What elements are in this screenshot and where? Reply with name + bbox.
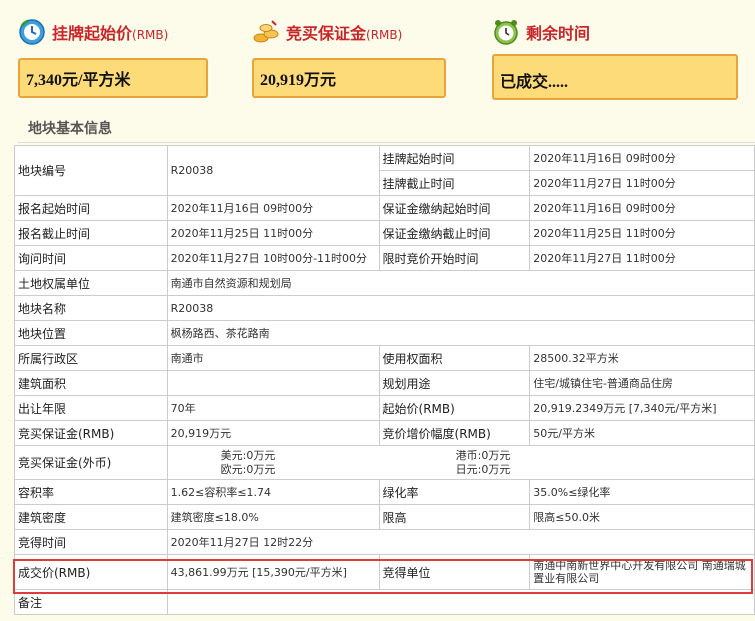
row-value: 20,919.2349万元 [7,340元/平方米]: [529, 395, 755, 421]
remaining-time-value: 已成交.....: [492, 54, 738, 100]
section-title: 地块基本信息: [28, 121, 112, 137]
usd-value: 美元:0万元: [220, 448, 276, 462]
section-divider: [18, 142, 755, 143]
row-label: 起始价(RMB): [378, 395, 531, 421]
start-price-value: 7,340元/平方米: [18, 58, 208, 98]
row-label: 使用权面积: [378, 345, 531, 371]
row-value: 35.0%≤绿化率: [529, 479, 755, 505]
row-value: 2020年11月27日 10时00分-11时00分: [166, 245, 380, 271]
row-label: 所属行政区: [14, 345, 168, 371]
table-row: 报名截止时间 2020年11月25日 11时00分 保证金缴纳截止时间 2020…: [14, 220, 755, 246]
row-value: 住宅/城镇住宅-普通商品住房: [529, 370, 755, 396]
row-value: 28500.32平方米: [529, 345, 755, 371]
row-value: 2020年11月16日 09时00分: [529, 195, 755, 221]
remaining-time-title: 剩余时间: [526, 24, 591, 43]
row-value: 2020年11月16日 09时00分: [529, 145, 755, 171]
row-value: 南通市: [166, 345, 380, 371]
row-label: 竞价增价幅度(RMB): [378, 420, 531, 446]
table-row: 竞买保证金(外币) 美元:0万元 港币:0万元 欧元:0万元 日元:0万元: [14, 445, 755, 480]
row-label: 竞得时间: [14, 529, 168, 555]
row-value: 20,919万元: [166, 420, 380, 446]
row-label: 询问时间: [14, 245, 168, 271]
row-label: 保证金缴纳起始时间: [378, 195, 531, 221]
table-row: 竞买保证金(RMB) 20,919万元 竞价增价幅度(RMB) 50元/平方米: [14, 420, 755, 446]
row-label: 地块编号: [14, 145, 168, 196]
row-label: 保证金缴纳截止时间: [378, 220, 531, 246]
table-row: 地块编号 R20038 挂牌起始时间 2020年11月16日 09时00分: [14, 145, 755, 196]
row-label: 竞得单位: [378, 554, 531, 590]
row-label: 出让年限: [14, 395, 168, 421]
coins-icon: [253, 20, 279, 43]
row-value: 2020年11月27日 11时00分: [529, 170, 755, 196]
row-label: 挂牌起始时间: [378, 145, 531, 171]
row-value: 43,861.99万元 [15,390元/平方米]: [166, 554, 380, 590]
table-row: 出让年限 70年 起始价(RMB) 20,919.2349万元 [7,340元/…: [14, 395, 755, 421]
table-row: 报名起始时间 2020年11月16日 09时00分 保证金缴纳起始时间 2020…: [14, 195, 755, 221]
table-row: 备注: [14, 589, 755, 615]
row-label: 限时竞价开始时间: [378, 245, 531, 271]
row-label: 报名截止时间: [14, 220, 168, 246]
row-value: 2020年11月27日 11时00分: [529, 245, 755, 271]
row-value: 1.62≤容积率≤1.74: [166, 479, 380, 505]
row-label: 成交价(RMB): [14, 554, 168, 590]
deposit-value: 20,919万元: [252, 58, 446, 98]
parcel-info-table: 地块编号 R20038 挂牌起始时间 2020年11月16日 09时00分 挂牌…: [14, 145, 755, 615]
deposit-title: 竞买保证金(RMB): [286, 24, 403, 43]
deposit-card: 竞买保证金(RMB) 20,919万元: [252, 14, 446, 98]
row-label: 地块位置: [14, 320, 168, 346]
row-value: 限高≤50.0米: [529, 504, 755, 530]
row-value: 南通市自然资源和规划局: [166, 270, 755, 296]
table-row: 成交价(RMB) 43,861.99万元 [15,390元/平方米] 竞得单位 …: [14, 554, 755, 590]
row-value: 50元/平方米: [529, 420, 755, 446]
row-value: 2020年11月27日 12时22分: [166, 529, 755, 555]
table-row: 容积率 1.62≤容积率≤1.74 绿化率 35.0%≤绿化率: [14, 479, 755, 505]
row-value: [166, 589, 755, 615]
row-label: 报名起始时间: [14, 195, 168, 221]
table-row: 地块位置 枫杨路西、茶花路南: [14, 320, 755, 346]
table-row: 建筑面积 规划用途 住宅/城镇住宅-普通商品住房: [14, 370, 755, 396]
remaining-time-card: 剩余时间 已成交.....: [492, 14, 738, 100]
row-value: [166, 370, 380, 396]
table-row: 土地权属单位 南通市自然资源和规划局: [14, 270, 755, 296]
table-row: 建筑密度 建筑密度≤18.0% 限高 限高≤50.0米: [14, 504, 755, 530]
summary-cards: 挂牌起始价(RMB) 7,340元/平方米 竞买保证金(RMB) 20,919万…: [0, 0, 755, 110]
jpy-value: 日元:0万元: [455, 462, 511, 476]
table-row: 所属行政区 南通市 使用权面积 28500.32平方米: [14, 345, 755, 371]
row-label: 容积率: [14, 479, 168, 505]
hkd-value: 港币:0万元: [455, 448, 511, 462]
start-price-title: 挂牌起始价(RMB): [52, 24, 169, 43]
eur-value: 欧元:0万元: [220, 462, 276, 476]
row-value: R20038: [166, 145, 380, 196]
row-label: 土地权属单位: [14, 270, 168, 296]
row-value: 70年: [166, 395, 380, 421]
alarm-clock-icon: [494, 20, 518, 45]
row-label: 竞买保证金(外币): [14, 445, 168, 480]
row-label: 建筑面积: [14, 370, 168, 396]
table-row: 竞得时间 2020年11月27日 12时22分: [14, 529, 755, 555]
row-label: 限高: [378, 504, 531, 530]
table-row: 地块名称 R20038: [14, 295, 755, 321]
row-label: 建筑密度: [14, 504, 168, 530]
row-label: 规划用途: [378, 370, 531, 396]
row-value: 2020年11月25日 11时00分: [166, 220, 380, 246]
row-label: 地块名称: [14, 295, 168, 321]
clock-refresh-icon: [19, 19, 45, 45]
table-row: 询问时间 2020年11月27日 10时00分-11时00分 限时竞价开始时间 …: [14, 245, 755, 271]
row-value: 南通中南新世界中心开发有限公司 南通瑞城置业有限公司: [529, 554, 755, 590]
row-label: 绿化率: [378, 479, 531, 505]
row-value: 2020年11月16日 09时00分: [166, 195, 380, 221]
row-value: 建筑密度≤18.0%: [166, 504, 380, 530]
row-label: 挂牌截止时间: [378, 170, 531, 196]
start-price-card: 挂牌起始价(RMB) 7,340元/平方米: [18, 14, 208, 98]
row-label: 备注: [14, 589, 168, 615]
row-value: 2020年11月25日 11时00分: [529, 220, 755, 246]
row-value: R20038: [166, 295, 755, 321]
row-label: 竞买保证金(RMB): [14, 420, 168, 446]
foreign-deposit-values: 美元:0万元 港币:0万元 欧元:0万元 日元:0万元: [166, 445, 755, 480]
row-value: 枫杨路西、茶花路南: [166, 320, 755, 346]
